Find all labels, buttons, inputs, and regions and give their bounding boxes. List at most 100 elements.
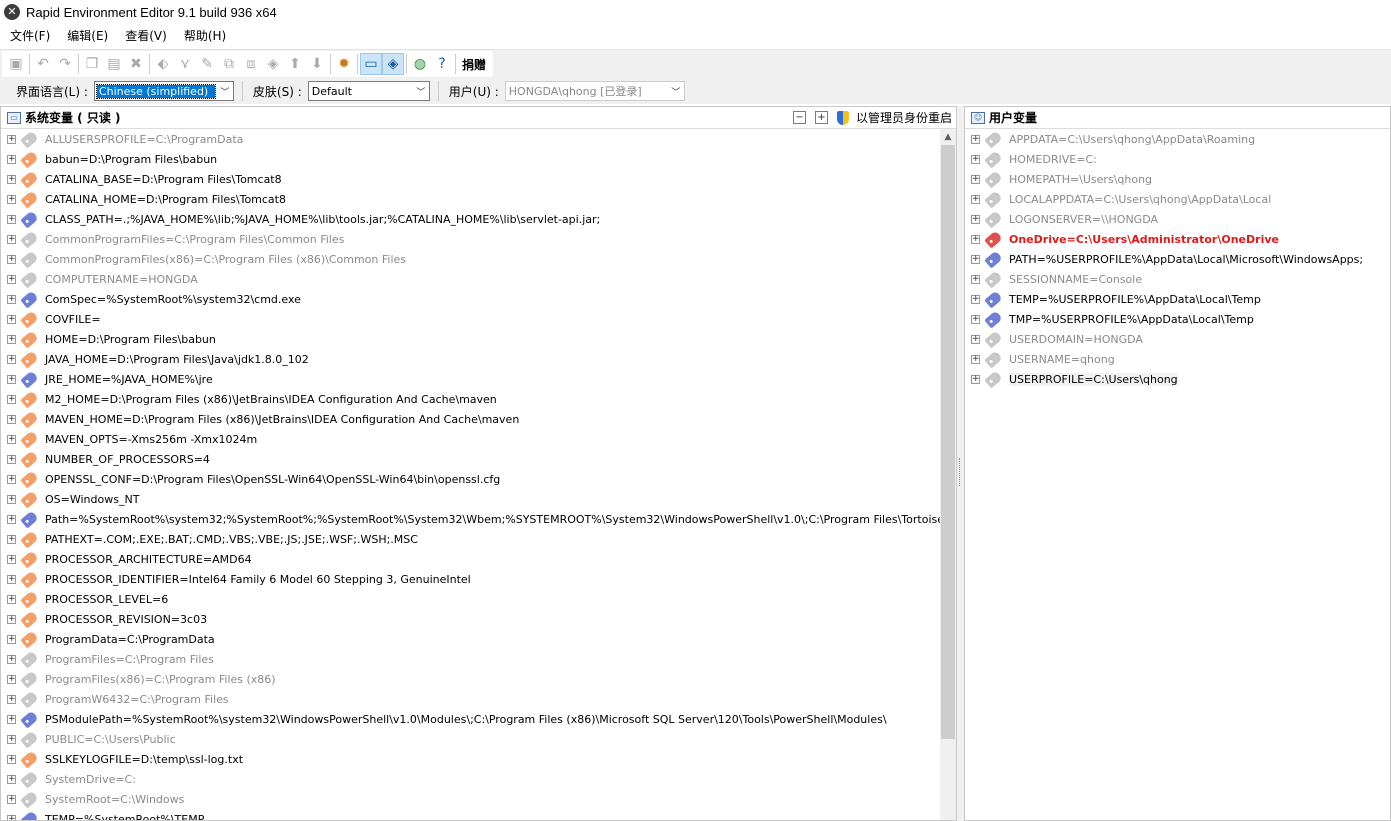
variable-row[interactable]: + PROCESSOR_IDENTIFIER=Intel64 Family 6 M… (1, 569, 940, 589)
expand-icon[interactable]: + (971, 214, 980, 224)
variable-row[interactable]: + MAVEN_OPTS=-Xms256m -Xmx1024m (1, 429, 940, 449)
expand-icon[interactable]: + (7, 754, 16, 764)
window-view-icon[interactable]: ▭ (360, 53, 382, 75)
expand-icon[interactable]: + (971, 314, 980, 324)
variable-row[interactable]: + CommonProgramFiles=C:\Program Files\Com… (1, 229, 940, 249)
expand-icon[interactable]: + (7, 274, 16, 284)
expand-icon[interactable]: + (971, 374, 980, 384)
expand-icon[interactable]: + (7, 614, 16, 624)
expand-icon[interactable]: + (7, 254, 16, 264)
expand-icon[interactable]: + (7, 574, 16, 584)
save-icon[interactable]: ▣ (5, 53, 27, 75)
variable-row[interactable]: + HOME=D:\Program Files\babun (1, 329, 940, 349)
scrollbar-thumb[interactable] (941, 145, 955, 739)
variable-row[interactable]: + PATH=%USERPROFILE%\AppData\Local\Micros… (965, 249, 1390, 269)
expand-icon[interactable]: + (7, 134, 16, 144)
delete-icon[interactable]: ✖ (125, 53, 147, 75)
clone-icon[interactable]: ⧉ (218, 53, 240, 75)
expand-icon[interactable]: + (7, 354, 16, 364)
pane-splitter[interactable] (957, 106, 964, 821)
user-select[interactable]: HONGDA\qhong [已登录] ﹀ (504, 81, 685, 101)
variable-row[interactable]: + CATALINA_HOME=D:\Program Files\Tomcat8 (1, 189, 940, 209)
move-down-icon[interactable]: ⬇ (306, 53, 328, 75)
expand-icon[interactable]: + (971, 354, 980, 364)
variable-row[interactable]: + TEMP=%USERPROFILE%\AppData\Local\Temp (965, 289, 1390, 309)
tags-view-icon[interactable]: ◈ (382, 53, 404, 75)
variable-row[interactable]: + USERPROFILE=C:\Users\qhong (965, 369, 1390, 389)
expand-icon[interactable]: + (7, 414, 16, 424)
expand-icon[interactable]: + (7, 234, 16, 244)
variable-row[interactable]: + OPENSSL_CONF=D:\Program Files\OpenSSL-W… (1, 469, 940, 489)
variable-row[interactable]: + PROCESSOR_LEVEL=6 (1, 589, 940, 609)
variable-row[interactable]: + JRE_HOME=%JAVA_HOME%\jre (1, 369, 940, 389)
menu-edit[interactable]: 编辑(E) (57, 24, 115, 49)
variable-row[interactable]: + M2_HOME=D:\Program Files (x86)\JetBrain… (1, 389, 940, 409)
expand-icon[interactable]: + (7, 594, 16, 604)
expand-all-button[interactable]: + (814, 111, 828, 124)
menu-file[interactable]: 文件(F) (0, 24, 57, 49)
variable-row[interactable]: + HOMEDRIVE=C: (965, 149, 1390, 169)
variable-row[interactable]: + PSModulePath=%SystemRoot%\system32\Wind… (1, 709, 940, 729)
expand-icon[interactable]: + (7, 814, 16, 820)
variable-row[interactable]: + JAVA_HOME=D:\Program Files\Java\jdk1.8.… (1, 349, 940, 369)
expand-icon[interactable]: + (971, 174, 980, 184)
variable-row[interactable]: + SESSIONNAME=Console (965, 269, 1390, 289)
menu-view[interactable]: 查看(V) (115, 24, 174, 49)
variable-row[interactable]: + COMPUTERNAME=HONGDA (1, 269, 940, 289)
expand-icon[interactable]: + (7, 634, 16, 644)
variable-row[interactable]: + PATHEXT=.COM;.EXE;.BAT;.CMD;.VBS;.VBE;.… (1, 529, 940, 549)
variable-row[interactable]: + TEMP=%SystemRoot%\TEMP (1, 809, 940, 820)
expand-icon[interactable]: + (7, 774, 16, 784)
variable-row[interactable]: + PROCESSOR_ARCHITECTURE=AMD64 (1, 549, 940, 569)
expand-icon[interactable]: + (7, 554, 16, 564)
expand-icon[interactable]: + (971, 274, 980, 284)
variable-row[interactable]: + ALLUSERSPROFILE=C:\ProgramData (1, 129, 940, 149)
redo-icon[interactable]: ↷ (54, 53, 76, 75)
variable-row[interactable]: + CLASS_PATH=.;%JAVA_HOME%\lib;%JAVA_HOME… (1, 209, 940, 229)
collapse-all-button[interactable]: − (792, 111, 806, 124)
add-variable-icon[interactable]: ⬖ (152, 53, 174, 75)
variable-row[interactable]: + PUBLIC=C:\Users\Public (1, 729, 940, 749)
edit-icon[interactable]: ✎ (196, 53, 218, 75)
variable-row[interactable]: + OS=Windows_NT (1, 489, 940, 509)
restart-as-admin-button[interactable]: 以管理员身份重启 (856, 109, 952, 126)
variable-row[interactable]: + SSLKEYLOGFILE=D:\temp\ssl-log.txt (1, 749, 940, 769)
variable-row[interactable]: + HOMEPATH=\Users\qhong (965, 169, 1390, 189)
expand-icon[interactable]: + (971, 234, 980, 244)
expand-icon[interactable]: + (7, 294, 16, 304)
expand-icon[interactable]: + (971, 254, 980, 264)
variable-row[interactable]: + Path=%SystemRoot%\system32;%SystemRoot%… (1, 509, 940, 529)
variable-row[interactable]: + ComSpec=%SystemRoot%\system32\cmd.exe (1, 289, 940, 309)
expand-icon[interactable]: + (971, 334, 980, 344)
expand-icon[interactable]: + (7, 794, 16, 804)
help-icon[interactable]: ? (431, 53, 453, 75)
skin-select[interactable]: Default ﹀ (307, 81, 430, 101)
duplicate-icon[interactable]: ⧈ (240, 53, 262, 75)
expand-icon[interactable]: + (7, 534, 16, 544)
menu-help[interactable]: 帮助(H) (174, 24, 233, 49)
move-up-icon[interactable]: ⬆ (284, 53, 306, 75)
expand-icon[interactable]: + (7, 194, 16, 204)
expand-icon[interactable]: + (7, 394, 16, 404)
expand-icon[interactable]: + (7, 154, 16, 164)
expand-icon[interactable]: + (7, 214, 16, 224)
add-value-icon[interactable]: ⋎ (174, 53, 196, 75)
expand-icon[interactable]: + (7, 714, 16, 724)
system-list-scrollbar[interactable]: ▲ (940, 129, 956, 820)
expand-icon[interactable]: + (7, 674, 16, 684)
expand-icon[interactable]: + (7, 494, 16, 504)
variable-row[interactable]: + USERNAME=qhong (965, 349, 1390, 369)
language-select[interactable]: Chinese (simplified) ﹀ (93, 81, 234, 101)
variable-row[interactable]: + PROCESSOR_REVISION=3c03 (1, 609, 940, 629)
expand-icon[interactable]: + (7, 314, 16, 324)
expand-icon[interactable]: + (7, 374, 16, 384)
paste-icon[interactable]: ▤ (103, 53, 125, 75)
variable-row[interactable]: + ProgramFiles(x86)=C:\Program Files (x86… (1, 669, 940, 689)
copy-icon[interactable]: ❐ (81, 53, 103, 75)
variable-row[interactable]: + NUMBER_OF_PROCESSORS=4 (1, 449, 940, 469)
variable-row[interactable]: + TMP=%USERPROFILE%\AppData\Local\Temp (965, 309, 1390, 329)
variable-row[interactable]: + LOCALAPPDATA=C:\Users\qhong\AppData\Loc… (965, 189, 1390, 209)
expand-icon[interactable]: + (971, 194, 980, 204)
expand-icon[interactable]: + (971, 294, 980, 304)
expand-icon[interactable]: + (7, 734, 16, 744)
